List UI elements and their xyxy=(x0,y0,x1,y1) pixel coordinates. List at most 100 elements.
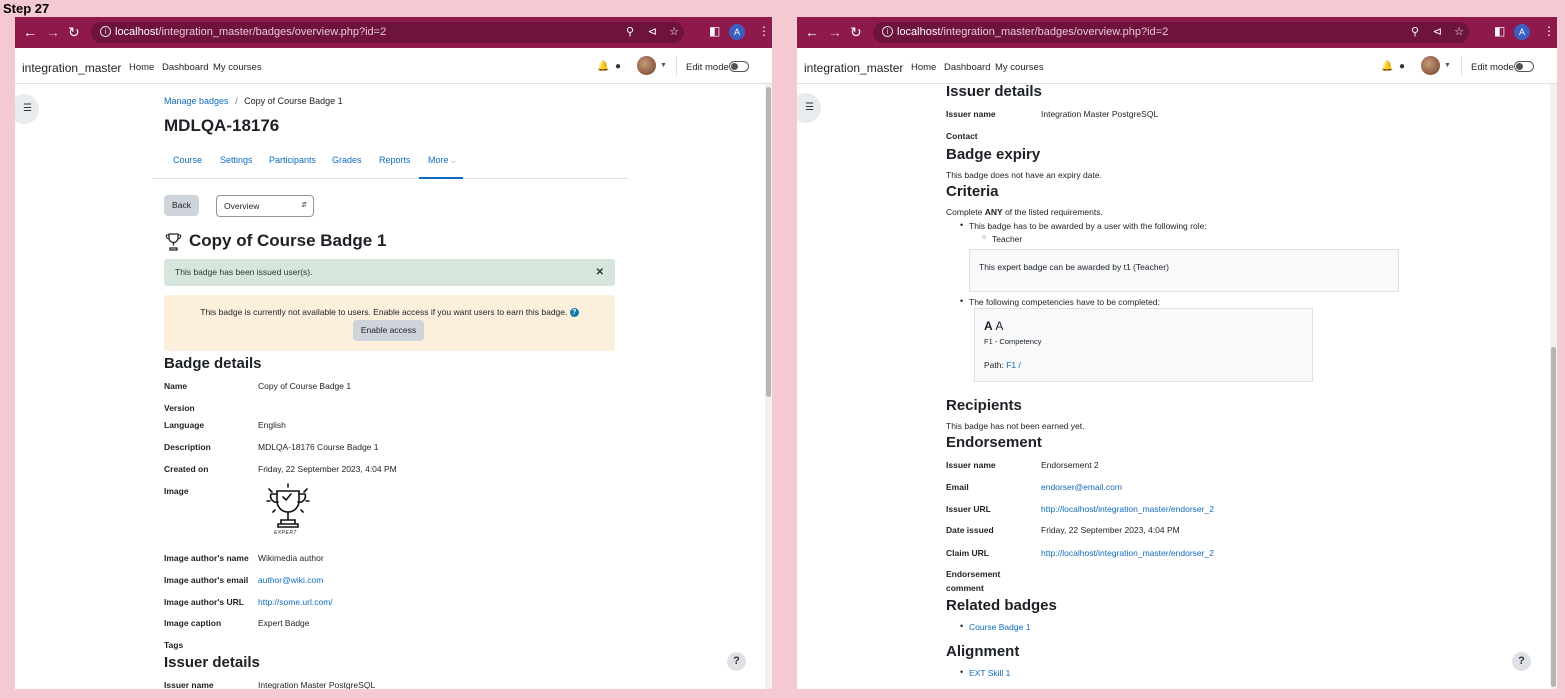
nav-dashboard[interactable]: Dashboard xyxy=(162,62,208,73)
back-button[interactable]: Back xyxy=(164,195,199,216)
tab-grades[interactable]: Grades xyxy=(332,155,362,165)
breadcrumb-separator: / xyxy=(235,96,238,106)
tab-settings[interactable]: Settings xyxy=(220,155,253,165)
share-icon[interactable]: ⊲ xyxy=(1433,25,1442,38)
course-title: MDLQA-18176 xyxy=(164,116,280,135)
tabs-divider xyxy=(152,178,629,179)
alignment-heading: Alignment xyxy=(946,643,1020,660)
competency-framework: F1 - Competency xyxy=(984,337,1042,346)
author-url-label: Image author's URL xyxy=(164,597,244,607)
tab-course[interactable]: Course xyxy=(173,155,202,165)
bookmark-star-icon[interactable]: ☆ xyxy=(669,25,679,38)
scrollbar-thumb[interactable] xyxy=(766,87,771,397)
breadcrumb-manage-badges[interactable]: Manage badges xyxy=(164,96,229,106)
user-menu-chevron-icon[interactable]: ▼ xyxy=(660,62,667,69)
contact-label: Contact xyxy=(946,131,978,141)
navbar-divider xyxy=(1461,56,1462,76)
help-icon[interactable]: ? xyxy=(569,308,579,318)
criteria-heading: Criteria xyxy=(946,183,999,200)
notification-bell-icon[interactable]: 🔔 xyxy=(1381,61,1393,72)
zoom-icon[interactable]: ⚲ xyxy=(626,25,634,38)
course-index-drawer-button[interactable]: ☰ xyxy=(15,94,39,124)
browser-menu-icon[interactable]: ⋮ xyxy=(1543,24,1555,38)
side-panel-icon[interactable]: ◧ xyxy=(1494,24,1505,38)
scrollbar-thumb[interactable] xyxy=(1551,347,1556,687)
profile-avatar[interactable]: A xyxy=(1514,24,1530,40)
reload-icon[interactable]: ↻ xyxy=(850,24,862,41)
side-panel-icon[interactable]: ◧ xyxy=(709,24,720,38)
site-info-icon[interactable]: i xyxy=(100,26,111,37)
endorser-name-label: Issuer name xyxy=(946,460,996,470)
enable-access-button[interactable]: Enable access xyxy=(353,320,424,341)
address-bar[interactable]: i localhost/integration_master/badges/ov… xyxy=(91,22,684,43)
language-value: English xyxy=(258,420,286,430)
caption-value: Expert Badge xyxy=(258,618,310,628)
alignment-link[interactable]: EXT Skill 1 xyxy=(969,668,1010,678)
nav-home[interactable]: Home xyxy=(911,62,936,73)
site-name[interactable]: integration_master xyxy=(22,61,121,75)
nav-dashboard[interactable]: Dashboard xyxy=(944,62,990,73)
related-badge-link[interactable]: Course Badge 1 xyxy=(969,622,1030,632)
forward-arrow-icon[interactable]: → xyxy=(828,24,842,40)
warning-alert: This badge is currently not available to… xyxy=(164,295,615,351)
step-label: Step 27 xyxy=(3,1,50,16)
moodle-navbar: integration_master Home Dashboard My cou… xyxy=(15,48,772,84)
url-text: localhost/integration_master/badges/over… xyxy=(115,26,387,38)
name-label: Name xyxy=(164,381,188,391)
address-bar[interactable]: i localhost/integration_master/badges/ov… xyxy=(873,22,1469,43)
edit-mode-toggle[interactable] xyxy=(729,61,749,72)
messages-icon[interactable]: ● xyxy=(1399,61,1405,72)
scrollbar[interactable] xyxy=(1550,84,1557,689)
forward-arrow-icon[interactable]: → xyxy=(46,24,60,40)
zoom-icon[interactable]: ⚲ xyxy=(1411,25,1419,38)
nav-home[interactable]: Home xyxy=(129,62,154,73)
site-name[interactable]: integration_master xyxy=(804,61,903,75)
issuer-name-value: Integration Master PostgreSQL xyxy=(258,680,376,689)
back-arrow-icon[interactable]: ← xyxy=(23,24,37,40)
tab-participants[interactable]: Participants xyxy=(269,155,316,165)
user-menu-chevron-icon[interactable]: ▼ xyxy=(1444,62,1451,69)
breadcrumb: Manage badges / Copy of Course Badge 1 xyxy=(164,96,343,106)
scrollbar[interactable] xyxy=(765,84,772,689)
edit-mode-label: Edit mode xyxy=(1471,62,1514,73)
help-button[interactable]: ? xyxy=(727,652,746,671)
success-alert-text: This badge has been issued user(s). xyxy=(175,267,313,277)
competency-box: A A F1 - Competency Path: F1 / xyxy=(974,308,1313,382)
tab-more[interactable]: More ⌵ xyxy=(428,155,456,166)
claim-url-link[interactable]: http://localhost/integration_master/endo… xyxy=(1041,548,1214,558)
author-url-link[interactable]: http://some.url.com/ xyxy=(258,597,333,607)
course-index-drawer-button[interactable]: ☰ xyxy=(797,93,821,123)
endorser-email-link[interactable]: endorser@email.com xyxy=(1041,482,1122,492)
site-info-icon[interactable]: i xyxy=(882,26,893,37)
badge-expiry-heading: Badge expiry xyxy=(946,146,1041,163)
tags-label: Tags xyxy=(164,640,184,650)
list-icon: ☰ xyxy=(23,103,32,114)
help-button[interactable]: ? xyxy=(1512,652,1531,671)
nav-my-courses[interactable]: My courses xyxy=(995,62,1044,73)
related-badges-heading: Related badges xyxy=(946,597,1057,614)
share-icon[interactable]: ⊲ xyxy=(648,25,657,38)
notification-bell-icon[interactable]: 🔔 xyxy=(597,61,609,72)
endorsement-heading: Endorsement xyxy=(946,434,1042,451)
close-icon[interactable]: ✕ xyxy=(596,259,604,286)
bookmark-star-icon[interactable]: ☆ xyxy=(1454,25,1464,38)
description-value: MDLQA-18176 Course Badge 1 xyxy=(258,442,379,452)
author-email-link[interactable]: author@wiki.com xyxy=(258,575,323,585)
badge-details-heading: Badge details xyxy=(164,355,262,372)
browser-menu-icon[interactable]: ⋮ xyxy=(758,24,770,38)
nav-my-courses[interactable]: My courses xyxy=(213,62,262,73)
reload-icon[interactable]: ↻ xyxy=(68,24,80,41)
back-arrow-icon[interactable]: ← xyxy=(805,24,819,40)
user-avatar[interactable] xyxy=(1421,56,1440,75)
endorser-email-label: Email xyxy=(946,482,969,492)
user-avatar[interactable] xyxy=(637,56,656,75)
profile-avatar[interactable]: A xyxy=(729,24,745,40)
navbar-divider xyxy=(676,56,677,76)
bullet-circle: ○ xyxy=(982,234,987,241)
edit-mode-toggle[interactable] xyxy=(1514,61,1534,72)
badge-nav-select[interactable]: Overview ⇵ xyxy=(216,195,314,217)
tab-reports[interactable]: Reports xyxy=(379,155,411,165)
competency-path-link[interactable]: F1 / xyxy=(1006,360,1021,370)
endorser-url-link[interactable]: http://localhost/integration_master/endo… xyxy=(1041,504,1214,514)
messages-icon[interactable]: ● xyxy=(615,61,621,72)
